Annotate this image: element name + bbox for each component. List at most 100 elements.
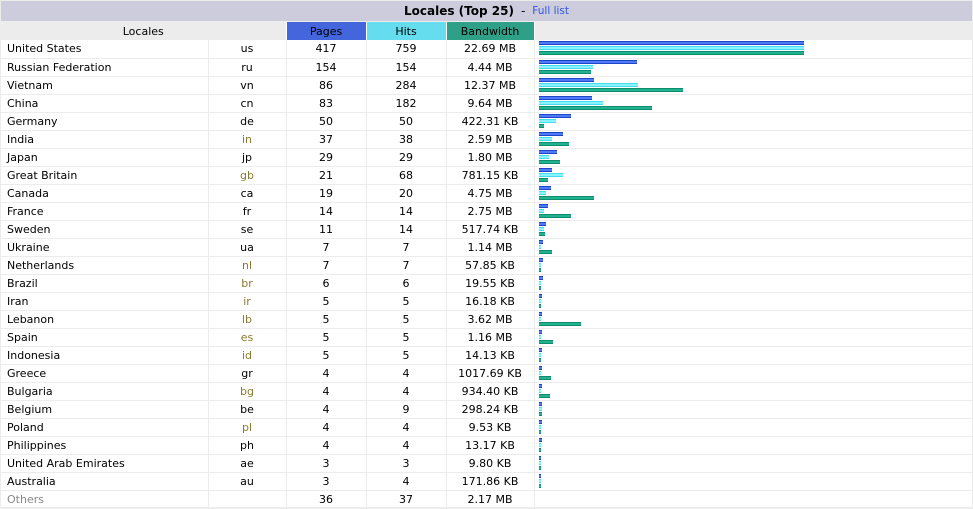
pages-value: 5 [286, 346, 367, 365]
bandwidth-value: 422.31 KB [446, 112, 535, 131]
bandwidth-value: 4.75 MB [446, 184, 535, 203]
bar-chart-cell [534, 238, 973, 257]
bar-group [538, 419, 973, 436]
table-row: Ukraine ua 7 7 1.14 MB [1, 238, 973, 257]
hits-value: 759 [366, 40, 447, 59]
bar-chart-cell [534, 184, 973, 203]
locale-name: Germany [1, 112, 209, 131]
locale-code: ca [208, 184, 287, 203]
bar-hits [538, 154, 549, 159]
column-header-bandwidth[interactable]: Bandwidth [446, 22, 535, 40]
bar-pages [538, 311, 542, 316]
bar-pages [538, 77, 594, 82]
bar-group [538, 131, 973, 148]
pages-value: 29 [286, 148, 367, 167]
bar-pages [538, 41, 804, 45]
bar-hits [538, 298, 541, 303]
bar-chart-cell [534, 328, 973, 347]
pages-value: 14 [286, 202, 367, 221]
bar-bandwidth [538, 465, 541, 470]
bandwidth-value: 22.69 MB [446, 40, 535, 59]
bar-bandwidth [538, 69, 591, 74]
bar-hits [538, 136, 552, 141]
bar-pages [538, 239, 543, 244]
bar-group [538, 239, 973, 256]
full-list-link[interactable]: Full list [532, 5, 569, 17]
locale-name: United Arab Emirates [1, 454, 209, 473]
table-row: Belgium be 4 9 298.24 KB [1, 400, 973, 419]
bar-hits [538, 424, 541, 429]
bar-hits [538, 226, 544, 231]
locale-code: ph [208, 436, 287, 455]
bar-chart-cell [534, 454, 973, 473]
column-header-locales[interactable]: Locales [1, 22, 287, 40]
bar-pages [538, 257, 543, 262]
bar-chart-cell [534, 490, 973, 509]
bandwidth-value: 1.14 MB [446, 238, 535, 257]
bar-group [538, 167, 973, 184]
bar-chart-cell [534, 112, 973, 131]
bar-hits [538, 370, 541, 375]
bar-group [538, 185, 973, 202]
locale-name: Canada [1, 184, 209, 203]
bandwidth-value: 1017.69 KB [446, 364, 535, 383]
bar-pages [538, 455, 541, 460]
bar-group [538, 437, 973, 454]
bar-group [538, 329, 973, 346]
bar-hits [538, 82, 638, 87]
bar-chart-cell [534, 94, 973, 113]
locale-name: Ukraine [1, 238, 209, 257]
locale-code: au [208, 472, 287, 491]
locales-report-panel: Locales (Top 25) - Full list Locales Pag… [0, 0, 973, 509]
pages-value: 19 [286, 184, 367, 203]
locale-name: France [1, 202, 209, 221]
table-row: Indonesia id 5 5 14.13 KB [1, 346, 973, 365]
locale-code: gb [208, 166, 287, 185]
pages-value: 83 [286, 94, 367, 113]
table-row: Great Britain gb 21 68 781.15 KB [1, 166, 973, 185]
bandwidth-value: 14.13 KB [446, 346, 535, 365]
locale-code: pl [208, 418, 287, 437]
bar-bandwidth [538, 141, 569, 146]
bar-bandwidth [538, 177, 548, 182]
bar-hits [538, 478, 541, 483]
locale-name: United States [1, 40, 209, 59]
locale-code: jp [208, 148, 287, 167]
table-header-row: Locales Pages Hits Bandwidth [1, 22, 973, 40]
bar-group [538, 311, 973, 328]
bar-chart-cell [534, 130, 973, 149]
table-row: China cn 83 182 9.64 MB [1, 94, 973, 113]
bar-group [538, 383, 973, 400]
bar-bandwidth [538, 429, 541, 434]
hits-value: 5 [366, 310, 447, 329]
bar-bandwidth [538, 357, 541, 362]
locale-code: es [208, 328, 287, 347]
bar-chart-cell [534, 274, 973, 293]
bar-chart-cell [534, 472, 973, 491]
bar-pages [538, 59, 637, 64]
bar-hits [538, 352, 541, 357]
bar-chart-cell [534, 220, 973, 239]
bar-group [538, 455, 973, 472]
bar-hits [538, 100, 603, 105]
hits-value: 37 [366, 490, 447, 509]
bar-hits [538, 244, 541, 249]
column-header-bar-chart [534, 22, 973, 40]
hits-value: 5 [366, 346, 447, 365]
hits-value: 14 [366, 220, 447, 239]
bar-hits [538, 280, 541, 285]
locale-name: Australia [1, 472, 209, 491]
hits-value: 50 [366, 112, 447, 131]
column-header-hits[interactable]: Hits [366, 22, 447, 40]
hits-value: 3 [366, 454, 447, 473]
locale-name: Vietnam [1, 76, 209, 95]
bandwidth-value: 2.59 MB [446, 130, 535, 149]
column-header-pages[interactable]: Pages [286, 22, 367, 40]
pages-value: 86 [286, 76, 367, 95]
hits-value: 4 [366, 382, 447, 401]
locale-name: Japan [1, 148, 209, 167]
bar-chart-cell [534, 310, 973, 329]
bandwidth-value: 4.44 MB [446, 58, 535, 77]
pages-value: 4 [286, 364, 367, 383]
bandwidth-value: 9.64 MB [446, 94, 535, 113]
